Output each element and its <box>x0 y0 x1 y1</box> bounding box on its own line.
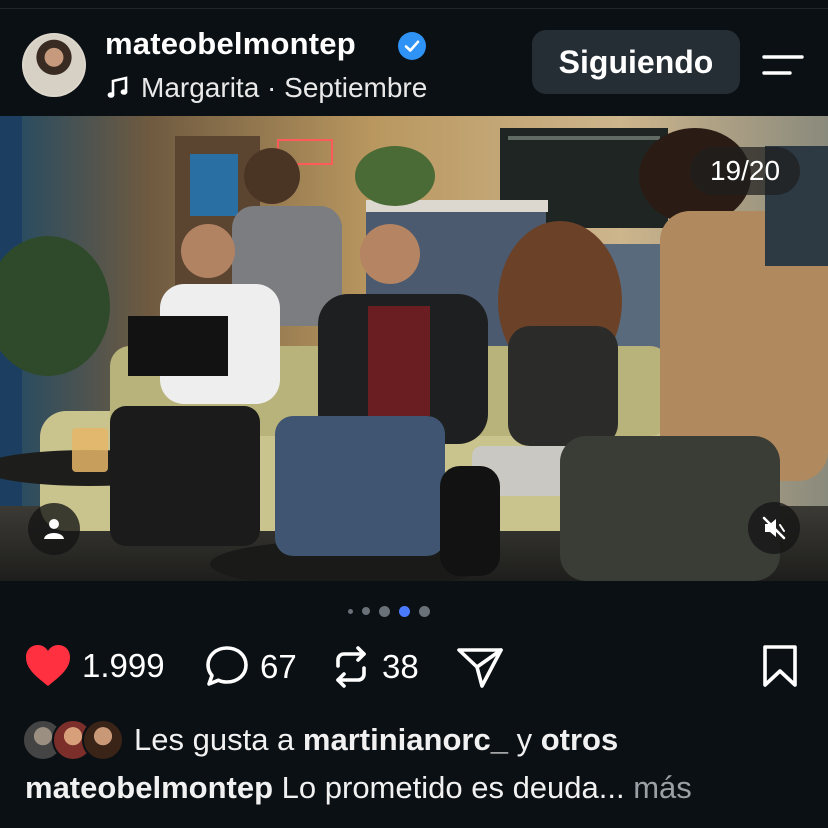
comments-count: 67 <box>260 648 297 685</box>
caption-text: Lo prometido es deuda... <box>281 770 625 805</box>
like-action[interactable]: 1.999 <box>24 644 165 688</box>
save-action[interactable] <box>762 644 798 688</box>
following-button[interactable]: Siguiendo <box>532 30 740 94</box>
liked-by-text: Les gusta a martinianorc_ y otros <box>134 722 618 758</box>
liked-by-joiner: y <box>516 722 533 757</box>
carousel-dot <box>419 605 430 617</box>
caption-username[interactable]: mateobelmontep <box>25 770 273 805</box>
action-bar: 1.999 67 38 <box>0 636 828 700</box>
liked-by-others[interactable]: otros <box>541 722 619 757</box>
bookmark-icon[interactable] <box>762 644 798 688</box>
liker-avatar <box>82 719 124 761</box>
repost-action[interactable]: 38 <box>330 644 419 690</box>
audio-row[interactable]: Margarita · Septiembre <box>105 70 427 106</box>
caption-more-link[interactable]: más <box>633 770 692 805</box>
comment-icon[interactable] <box>204 644 250 690</box>
music-note-icon <box>107 76 128 98</box>
caption: mateobelmontep Lo prometido es deuda... … <box>25 770 692 806</box>
carousel-dot-active <box>399 605 410 617</box>
muted-speaker-icon <box>762 516 786 540</box>
liked-by-user[interactable]: martinianorc_ <box>303 722 508 757</box>
tagged-users-button[interactable] <box>28 503 80 555</box>
mute-button[interactable] <box>748 502 800 554</box>
liked-by-row[interactable]: Les gusta a martinianorc_ y otros <box>22 718 618 762</box>
carousel-dot <box>348 608 353 614</box>
comment-action[interactable]: 67 <box>204 644 297 690</box>
top-divider <box>0 8 828 9</box>
username[interactable]: mateobelmontep <box>105 26 356 62</box>
carousel-dots <box>348 604 430 618</box>
avatar[interactable] <box>22 33 86 97</box>
slide-counter: 19/20 <box>690 147 800 195</box>
likes-count: 1.999 <box>82 647 165 684</box>
verified-badge-icon <box>398 32 426 60</box>
heart-icon[interactable] <box>24 644 72 688</box>
audio-label: Margarita · Septiembre <box>141 72 428 103</box>
send-icon[interactable] <box>456 644 504 690</box>
carousel-dot <box>379 605 390 617</box>
liked-by-prefix: Les gusta a <box>134 722 295 757</box>
menu-icon[interactable] <box>758 48 808 82</box>
reposts-count: 38 <box>382 648 419 685</box>
carousel-dot <box>362 607 370 615</box>
user-tag-icon <box>44 519 64 539</box>
post-header: mateobelmontep Margarita · Septiembre Si… <box>0 12 828 116</box>
share-action[interactable] <box>456 644 504 690</box>
repost-icon[interactable] <box>330 644 372 690</box>
